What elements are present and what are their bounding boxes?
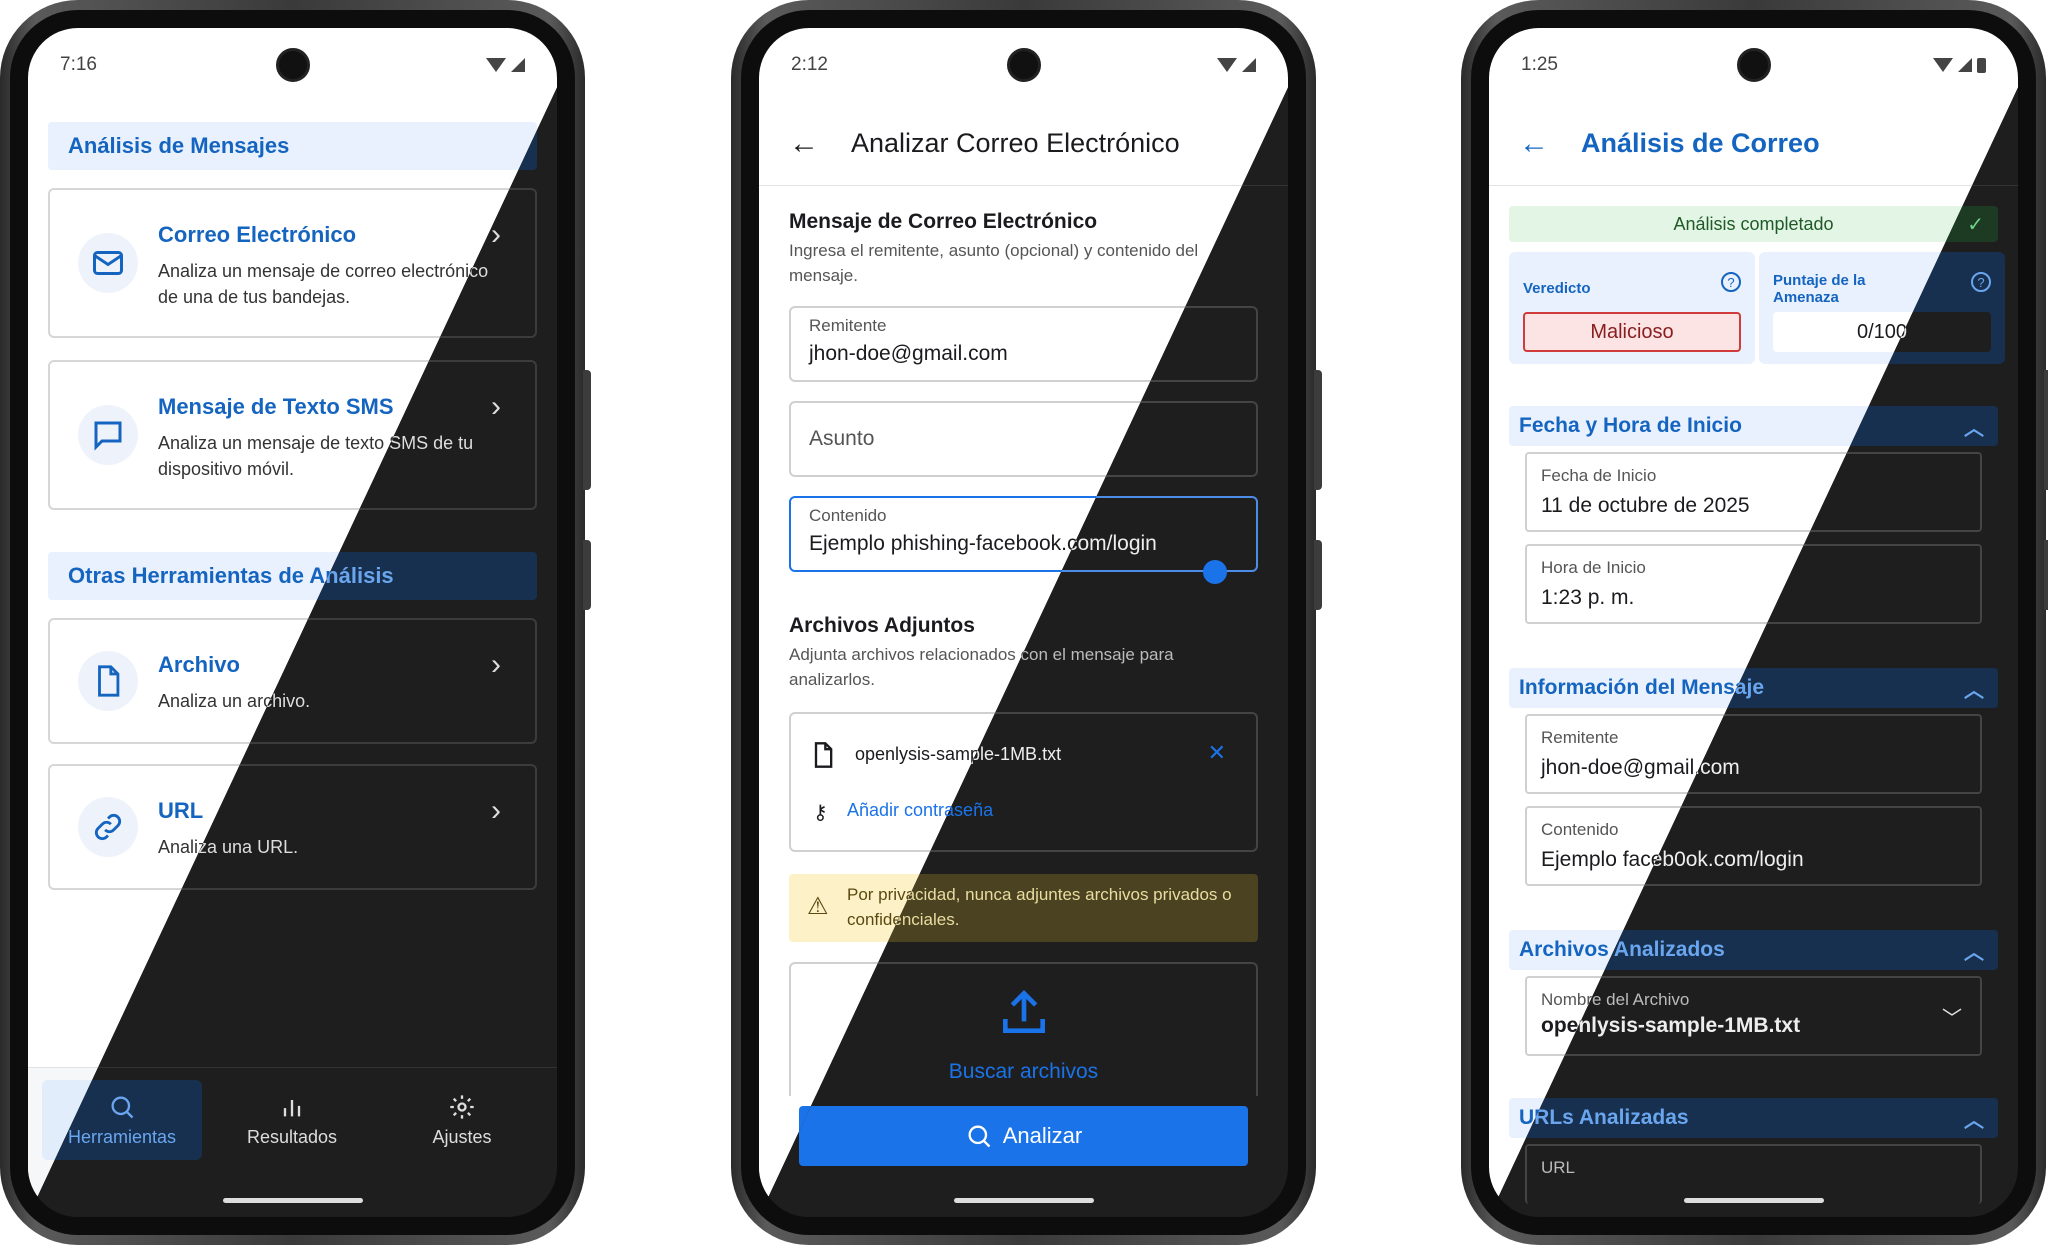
chevron-up-icon: ︿ <box>1964 1109 1984 1132</box>
message-icon <box>78 405 138 465</box>
search-icon <box>111 1096 134 1118</box>
warning-icon: ⚠ <box>807 893 829 920</box>
front-camera <box>275 48 310 82</box>
home-indicator <box>222 1198 363 1203</box>
upload-icon <box>1002 990 1045 1033</box>
signal-icon <box>1958 58 1972 72</box>
analyzed-urls-title: URLs Analizadas <box>1519 1106 1689 1129</box>
start-time-label: Hora de Inicio <box>1541 558 1646 577</box>
subject-placeholder: Asunto <box>809 427 875 450</box>
wifi-icon <box>486 58 506 72</box>
card-file-title: Archivo <box>158 652 240 677</box>
bar-chart-icon <box>283 1099 301 1116</box>
close-icon[interactable]: ✕ <box>1208 740 1226 766</box>
start-time-value: 1:23 p. m. <box>1541 586 1635 609</box>
chevron-right-icon: › <box>491 390 501 423</box>
wifi-icon <box>1217 58 1237 72</box>
bottom-navigation: Herramientas Resultados Ajustes <box>28 1067 557 1217</box>
status-time: 1:25 <box>1521 54 1558 75</box>
check-icon: ✓ <box>1967 213 1984 236</box>
sender-value: jhon-doe@gmail.com <box>809 342 1008 365</box>
file-icon <box>814 742 833 768</box>
chevron-up-icon: ︿ <box>1964 679 1984 702</box>
message-section-title: Mensaje de Correo Electrónico <box>789 210 1098 233</box>
analyze-button[interactable]: Analizar <box>799 1106 1248 1166</box>
result-sender-label: Remitente <box>1541 728 1619 747</box>
card-sms-title: Mensaje de Texto SMS <box>158 394 394 419</box>
status-time: 2:12 <box>791 54 828 75</box>
analyzed-urls-header[interactable]: URLs Analizadas ︿ <box>1509 1098 1998 1138</box>
status-time: 7:16 <box>60 54 97 75</box>
start-date-value: 11 de octubre de 2025 <box>1541 494 1750 517</box>
chevron-up-icon: ︿ <box>1964 417 1984 440</box>
search-icon <box>968 1125 991 1148</box>
analyze-button-label: Analizar <box>1002 1123 1083 1148</box>
start-datetime-title: Fecha y Hora de Inicio <box>1519 414 1742 437</box>
card-url-desc: Analiza una URL. <box>158 837 299 857</box>
content-label: Contenido <box>809 506 887 525</box>
message-section-subtitle: Ingresa el remitente, asunto (opcional) … <box>789 241 1199 285</box>
verdict-box: Veredicto ? Malicioso <box>1509 252 1755 364</box>
help-icon[interactable]: ? <box>1971 272 1991 292</box>
analyzed-url-label: URL <box>1541 1158 1576 1177</box>
verdict-label: Veredicto <box>1523 280 1591 297</box>
message-info-title: Información del Mensaje <box>1519 676 1765 699</box>
phone-email-analysis-result: 1:25 ← Análisis de Correo Análisis compl… <box>1461 0 2048 1245</box>
top-app-bar: ← Análisis de Correo <box>1489 102 2018 186</box>
analyzed-url-field[interactable]: URL <box>1525 1144 1982 1204</box>
gear-icon <box>450 1094 474 1119</box>
browse-files-label: Buscar archivos <box>948 1060 1099 1083</box>
nav-settings[interactable]: Ajustes <box>382 1080 542 1160</box>
signal-icon <box>1242 58 1256 72</box>
key-icon: ⚷ <box>813 802 828 824</box>
phone-analyze-email: 2:12 ← Analizar Correo Electrónico Mensa… <box>731 0 1322 1245</box>
back-arrow-icon[interactable]: ← <box>789 127 819 161</box>
nav-tools-label: Herramientas <box>67 1126 177 1147</box>
text-cursor-handle[interactable] <box>1203 560 1227 584</box>
wifi-icon <box>1933 58 1953 72</box>
link-icon <box>78 797 138 857</box>
threat-score-label: Puntaje de la Amenaza <box>1773 272 1866 306</box>
card-email-title: Correo Electrónico <box>158 222 357 247</box>
analysis-complete-banner: Análisis completado ✓ <box>1509 206 1998 242</box>
chevron-right-icon: › <box>491 648 501 681</box>
home-indicator <box>1683 1198 1824 1203</box>
verdict-value: Malicioso <box>1523 312 1741 352</box>
signal-icon <box>511 58 525 72</box>
nav-settings-label: Ajustes <box>432 1126 492 1147</box>
home-indicator <box>953 1198 1094 1203</box>
file-icon <box>78 651 138 711</box>
card-url-title: URL <box>158 798 204 823</box>
section-message-analysis: Análisis de Mensajes <box>48 122 537 170</box>
result-content-label: Contenido <box>1541 820 1619 839</box>
front-camera <box>1736 48 1771 82</box>
nav-results[interactable]: Resultados <box>212 1080 372 1160</box>
phone-tools: 7:16 Análisis de Mensajes Correo Electró… <box>0 0 591 1245</box>
front-camera <box>1006 48 1041 82</box>
sender-label: Remitente <box>809 316 887 335</box>
battery-icon <box>1977 57 1986 73</box>
attachments-title: Archivos Adjuntos <box>789 614 975 637</box>
start-date-label: Fecha de Inicio <box>1541 466 1657 485</box>
top-app-bar: ← Analizar Correo Electrónico <box>759 102 1288 186</box>
page-title: Análisis de Correo <box>1581 128 1820 158</box>
chevron-right-icon: › <box>491 794 501 827</box>
page-title: Analizar Correo Electrónico <box>851 128 1180 158</box>
help-icon[interactable]: ? <box>1721 272 1741 292</box>
mail-icon <box>78 233 138 293</box>
nav-results-label: Resultados <box>246 1126 338 1147</box>
chevron-up-icon: ︿ <box>1964 941 1984 964</box>
chevron-down-icon: ﹀ <box>1942 1008 1962 1030</box>
card-email-desc: Analiza un mensaje de correo electrónico… <box>158 261 489 307</box>
back-arrow-icon[interactable]: ← <box>1519 127 1549 161</box>
banner-text: Análisis completado <box>1673 213 1834 234</box>
